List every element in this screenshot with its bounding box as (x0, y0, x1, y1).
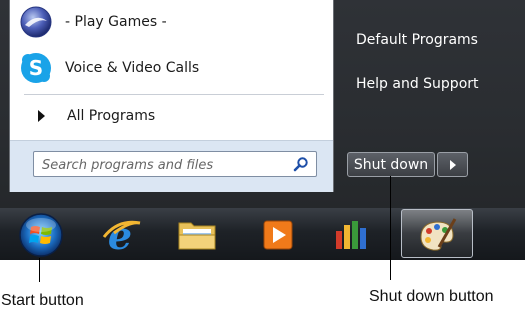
svg-text:S: S (29, 56, 43, 80)
menu-separator (24, 94, 324, 95)
games-icon (20, 6, 52, 38)
program-item-skype[interactable]: S Voice & Video Calls (19, 50, 329, 86)
search-icon[interactable] (293, 156, 309, 172)
search-area (10, 140, 333, 192)
paint-palette-icon[interactable] (415, 213, 459, 257)
program-label: - Play Games - (65, 14, 167, 30)
search-input[interactable] (40, 155, 284, 175)
search-box[interactable] (33, 151, 317, 177)
expand-arrow-icon (38, 110, 45, 122)
shutdown-callout-label: Shut down button (369, 288, 494, 305)
windows-orb-icon[interactable] (17, 211, 65, 259)
default-programs-link[interactable]: Default Programs (356, 32, 478, 48)
shutdown-options-button[interactable] (437, 152, 468, 177)
program-item-games[interactable]: - Play Games - (19, 4, 329, 40)
arrow-right-icon (449, 159, 456, 170)
program-label: Voice & Video Calls (65, 60, 200, 76)
colored-bars-icon[interactable] (330, 213, 374, 257)
start-menu: - Play Games - S Voice & Video Calls All… (0, 0, 525, 208)
shutdown-callout-line (390, 176, 391, 280)
start-callout-label: Start button (1, 292, 84, 309)
skype-icon: S (21, 53, 51, 83)
help-support-link[interactable]: Help and Support (356, 76, 479, 92)
shutdown-button[interactable]: Shut down (347, 152, 435, 177)
programs-pane: - Play Games - S Voice & Video Calls All… (9, 0, 334, 192)
all-programs-label: All Programs (67, 108, 156, 124)
internet-explorer-icon[interactable]: e (100, 213, 144, 257)
media-player-icon[interactable] (256, 213, 300, 257)
all-programs-button[interactable]: All Programs (24, 104, 324, 128)
svg-text:e: e (108, 213, 132, 257)
folder-icon[interactable] (175, 213, 219, 257)
start-callout-line (39, 258, 40, 282)
shutdown-label: Shut down (353, 156, 429, 173)
